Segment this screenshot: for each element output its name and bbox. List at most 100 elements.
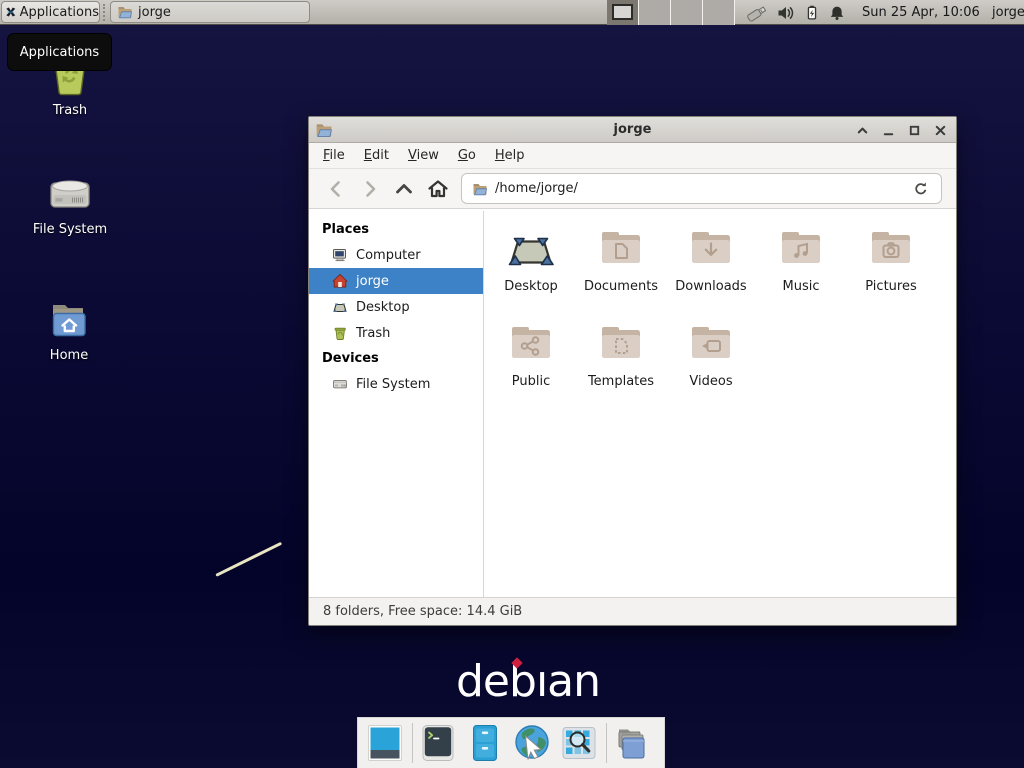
sidebar-item-label: Desktop xyxy=(356,300,410,315)
desktop-icon-file-system[interactable]: File System xyxy=(22,168,118,237)
file-label: Documents xyxy=(584,279,658,294)
desktop-icon-label: Home xyxy=(50,348,88,363)
terminal-button[interactable] xyxy=(418,723,458,763)
workspace-window-thumb xyxy=(612,4,633,20)
file-label: Pictures xyxy=(865,279,916,294)
file-manager-button[interactable] xyxy=(465,723,505,763)
folder-icon xyxy=(117,4,133,20)
sidebar-item-file-system[interactable]: File System xyxy=(309,371,483,397)
file-item-desktop[interactable]: Desktop xyxy=(486,225,576,320)
places-header: Places xyxy=(309,217,483,242)
file-label: Public xyxy=(512,374,550,389)
forward-button[interactable] xyxy=(353,174,387,204)
file-manager-window: jorge File Edit View Go Help xyxy=(308,116,957,626)
file-label: Videos xyxy=(689,374,732,389)
desktop-icon-label: File System xyxy=(33,222,107,237)
menu-edit[interactable]: Edit xyxy=(358,146,395,165)
back-button[interactable] xyxy=(319,174,353,204)
workspace-2[interactable] xyxy=(639,0,671,25)
workspace-3[interactable] xyxy=(671,0,703,25)
window-titlebar[interactable]: jorge xyxy=(309,117,956,143)
menu-go[interactable]: Go xyxy=(452,146,482,165)
sidebar-item-jorge[interactable]: jorge xyxy=(309,268,483,294)
devices-header: Devices xyxy=(309,346,483,371)
logo-text: deb xyxy=(456,656,536,707)
folder-download-icon xyxy=(687,225,735,273)
workspace-switcher xyxy=(607,0,735,25)
battery-icon[interactable] xyxy=(804,4,820,22)
xfce-logo-icon xyxy=(5,3,17,21)
sidebar-item-label: jorge xyxy=(356,274,389,289)
file-item-public[interactable]: Public xyxy=(486,320,576,415)
terminal-icon xyxy=(418,723,458,763)
taskbar-window-title: jorge xyxy=(138,5,171,20)
menu-file[interactable]: File xyxy=(317,146,351,165)
debian-logo: debıan xyxy=(456,656,600,712)
window-controls xyxy=(854,117,948,143)
sidebar-item-label: Trash xyxy=(356,326,390,341)
applications-menu-button[interactable]: Applications xyxy=(1,1,100,23)
folder-share-icon xyxy=(507,320,555,368)
folder-document-icon xyxy=(597,225,645,273)
shade-button[interactable] xyxy=(854,122,870,138)
menu-view[interactable]: View xyxy=(402,146,445,165)
sidebar-item-desktop[interactable]: Desktop xyxy=(309,294,483,320)
show-desktop-button[interactable] xyxy=(365,723,405,763)
desktop-icon-home[interactable]: Home xyxy=(21,296,117,363)
file-item-videos[interactable]: Videos xyxy=(666,320,756,415)
panel-user-menu[interactable]: jorge xyxy=(992,0,1024,25)
workspace-4[interactable] xyxy=(703,0,735,25)
removable-media-icon[interactable] xyxy=(746,4,768,22)
file-item-templates[interactable]: Templates xyxy=(576,320,666,415)
current-path[interactable]: /home/jorge/ xyxy=(495,181,904,196)
home-button[interactable] xyxy=(421,174,455,204)
reload-icon[interactable] xyxy=(911,179,931,199)
minimize-button[interactable] xyxy=(880,122,896,138)
status-bar: 8 folders, Free space: 14.4 GiB xyxy=(309,597,956,625)
folder-music-icon xyxy=(777,225,825,273)
home-icon xyxy=(332,273,348,289)
panel-grip[interactable] xyxy=(103,4,107,21)
taskbar-window-button[interactable]: jorge xyxy=(110,1,310,23)
cursor-trail-line xyxy=(215,542,282,577)
file-item-downloads[interactable]: Downloads xyxy=(666,225,756,320)
volume-icon[interactable] xyxy=(777,4,795,22)
desktop[interactable]: Applications jorge Sun 25 Apr, 10:06 jor… xyxy=(0,0,1024,768)
desktop-icon-label: Trash xyxy=(53,103,87,118)
path-folder-icon xyxy=(472,181,488,197)
dock-separator xyxy=(412,723,413,763)
applications-menu-label: Applications xyxy=(20,5,99,20)
directory-menu-button[interactable] xyxy=(612,723,652,763)
web-browser-button[interactable] xyxy=(512,723,552,763)
path-bar[interactable]: /home/jorge/ xyxy=(461,173,942,204)
file-item-pictures[interactable]: Pictures xyxy=(846,225,936,320)
file-item-documents[interactable]: Documents xyxy=(576,225,666,320)
file-item-music[interactable]: Music xyxy=(756,225,846,320)
sidebar: Places Computer jorge Desktop Trash xyxy=(309,211,484,597)
close-button[interactable] xyxy=(932,122,948,138)
dock xyxy=(357,717,665,768)
application-finder-button[interactable] xyxy=(559,723,599,763)
menu-help[interactable]: Help xyxy=(489,146,531,165)
up-button[interactable] xyxy=(387,174,421,204)
sidebar-item-trash[interactable]: Trash xyxy=(309,320,483,346)
file-label: Downloads xyxy=(675,279,746,294)
panel-clock[interactable]: Sun 25 Apr, 10:06 xyxy=(862,0,980,25)
sidebar-item-computer[interactable]: Computer xyxy=(309,242,483,268)
dock-separator xyxy=(606,723,607,763)
sidebar-item-label: File System xyxy=(356,377,430,392)
file-label: Desktop xyxy=(504,279,558,294)
folders-icon xyxy=(612,723,652,763)
file-label: Templates xyxy=(588,374,654,389)
workspace-1[interactable] xyxy=(607,0,639,25)
desktop-pad-icon xyxy=(507,225,555,273)
magnifier-grid-icon xyxy=(559,723,599,763)
top-panel: Applications jorge Sun 25 Apr, 10:06 jor… xyxy=(0,0,1024,25)
notifications-icon[interactable] xyxy=(829,4,845,22)
folder-template-icon xyxy=(597,320,645,368)
show-desktop-icon xyxy=(365,723,405,763)
logo-text: an xyxy=(547,656,600,707)
folder-camera-icon xyxy=(867,225,915,273)
file-grid[interactable]: Desktop Documents Downloads Music Pictur… xyxy=(484,211,956,597)
maximize-button[interactable] xyxy=(906,122,922,138)
